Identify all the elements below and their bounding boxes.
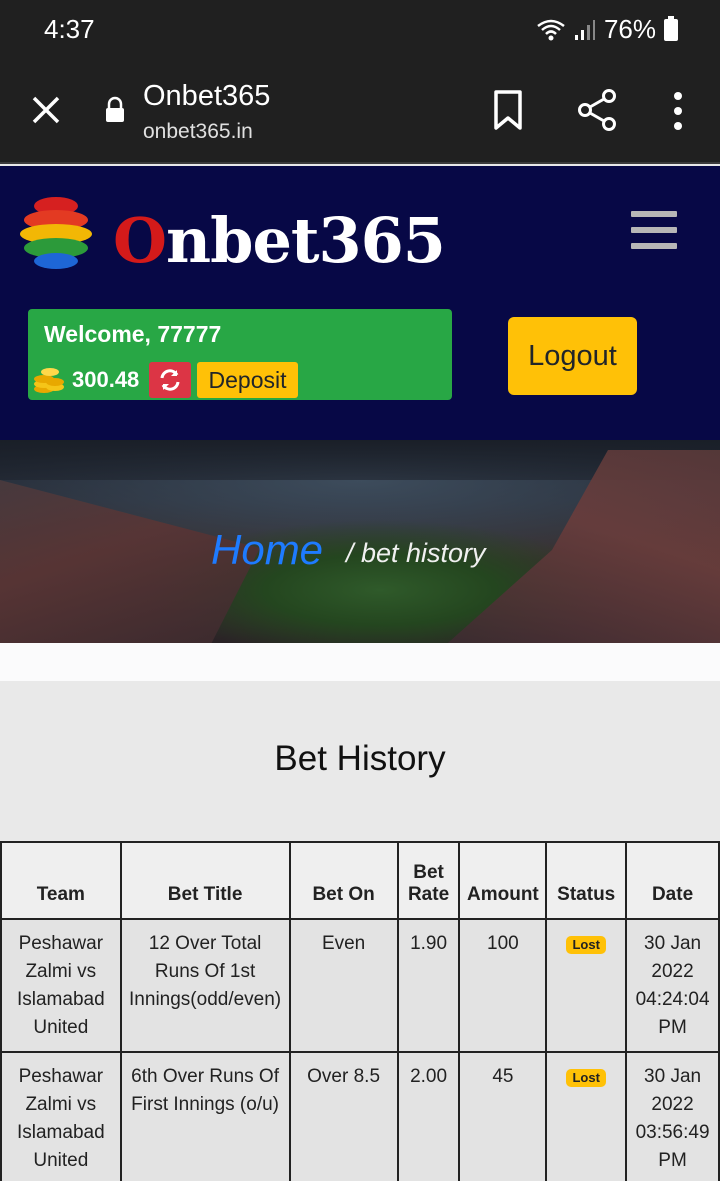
status-badge: Lost [566,936,606,954]
logout-button[interactable]: Logout [508,317,637,395]
main-content: Bet History Team Bet Title Bet On Bet Ra… [0,681,720,1181]
site-logo[interactable]: Onbet365 [18,194,446,284]
cell-bet-on: Over 8.5 [288,1051,399,1181]
menu-hamburger-icon[interactable] [631,211,677,251]
battery-percent: 76% [603,14,656,44]
battery-icon [664,15,678,41]
column-header-bet-on: Bet On [288,841,399,920]
cell-rate: 1.90 [396,918,461,1053]
balance-amount: 300.48 [72,367,140,392]
close-icon[interactable] [28,92,64,128]
ball-logo-icon [20,197,92,269]
column-header-status: Status [545,841,628,920]
status-badge: Lost [566,1069,606,1087]
status-bar: 4:37 76% [0,0,720,60]
browser-toolbar: Onbet365 onbet365.in [0,60,720,164]
cell-status: Lost [545,1051,628,1181]
cell-date: 30 Jan 2022 04:24:04 PM [625,918,720,1053]
more-options-icon[interactable] [668,90,688,132]
cell-team: Peshawar Zalmi vs Islamabad United [0,918,122,1053]
url-text[interactable]: onbet365.in [143,120,253,144]
share-icon[interactable] [576,88,618,132]
welcome-panel: Welcome, 77777 300.48 Deposit [28,309,452,400]
site-header: Onbet365 Welcome, 77777 300.48 Deposit L… [0,166,720,440]
stadium-banner: Home / bet history [0,440,720,643]
page-title-browser: Onbet365 [143,80,271,112]
breadcrumb-current: / bet history [346,538,486,568]
coins-icon [34,368,64,393]
table-header-row: Team Bet Title Bet On Bet Rate Amount St… [0,841,720,920]
lock-icon [106,96,124,122]
cell-amount: 45 [458,1051,548,1181]
welcome-text: Welcome, 77777 [44,321,222,347]
cell-rate: 2.00 [396,1051,461,1181]
signal-icon [574,19,595,40]
cell-team: Peshawar Zalmi vs Islamabad United [0,1051,122,1181]
table-row: Peshawar Zalmi vs Islamabad United 12 Ov… [0,918,720,1053]
column-header-bet-title: Bet Title [119,841,291,920]
wifi-icon [537,19,565,40]
refresh-icon [160,369,180,391]
status-icons: 76% [536,14,678,45]
breadcrumb-home-link[interactable]: Home [211,526,323,574]
bet-history-table: Team Bet Title Bet On Bet Rate Amount St… [0,841,720,1181]
bookmark-icon[interactable] [490,88,526,132]
cell-bet-title: 6th Over Runs Of First Innings (o/u) [119,1051,291,1181]
deposit-button[interactable]: Deposit [197,362,298,398]
logo-text: Onbet365 [113,204,446,277]
cell-bet-title: 12 Over Total Runs Of 1st Innings(odd/ev… [119,918,291,1053]
cell-status: Lost [545,918,628,1053]
column-header-team: Team [0,841,122,920]
page-heading: Bet History [274,739,446,778]
cell-date: 30 Jan 2022 03:56:49 PM [625,1051,720,1181]
column-header-bet-rate: Bet Rate [396,841,461,920]
divider-strip [0,643,720,681]
cell-amount: 100 [458,918,548,1053]
column-header-date: Date [625,841,720,920]
status-time: 4:37 [44,14,95,44]
cell-bet-on: Even [288,918,399,1053]
column-header-amount: Amount [458,841,548,920]
refresh-balance-button[interactable] [149,362,191,398]
table-row: Peshawar Zalmi vs Islamabad United 6th O… [0,1051,720,1181]
